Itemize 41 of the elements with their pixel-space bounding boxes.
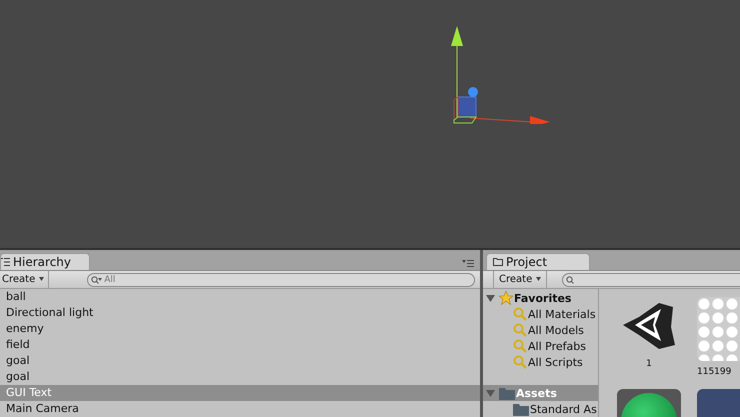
tree-item-label: Favorites [514, 292, 572, 304]
folder-icon [499, 386, 515, 400]
tree-item-label: All Materials [528, 308, 596, 320]
search-field[interactable]: All [87, 272, 475, 286]
sphere-thumbnail[interactable] [617, 389, 681, 417]
tree-item-label: All Prefabs [528, 340, 586, 352]
create-dropdown[interactable]: Create [0, 271, 50, 288]
asset-label: 1 [646, 359, 652, 369]
tree-item-label: All Models [528, 324, 584, 336]
tree-item[interactable]: All Prefabs [483, 338, 598, 354]
star-icon [499, 291, 513, 305]
search-icon [513, 339, 527, 353]
hierarchy-item[interactable]: enemy [0, 321, 480, 337]
search-icon [513, 355, 527, 369]
tree-item[interactable]: All Materials [483, 306, 598, 322]
search-field[interactable] [562, 272, 740, 286]
tree-item[interactable]: All Scripts [483, 354, 598, 370]
project-tab[interactable]: Project [486, 253, 590, 270]
hierarchy-item[interactable]: Main Camera [0, 401, 480, 417]
panel-menu-icon[interactable] [462, 259, 474, 267]
tree-item[interactable]: Standard As [483, 401, 598, 417]
hierarchy-item[interactable]: goal [0, 369, 480, 385]
tree-item-label: Assets [516, 386, 557, 400]
tree-item-label: All Scripts [528, 356, 583, 368]
expand-arrow-icon[interactable] [486, 294, 495, 302]
list-icon [1, 258, 10, 266]
tree-item-label: Standard As [530, 402, 597, 416]
asset-label: 115199 [697, 367, 732, 377]
search-icon [513, 323, 527, 337]
tree-item[interactable]: Favorites [483, 290, 598, 306]
expand-arrow-icon[interactable] [486, 388, 495, 398]
tree-item[interactable]: All Models [483, 322, 598, 338]
caret-icon [536, 277, 542, 282]
hierarchy-item[interactable]: goal [0, 353, 480, 369]
hierarchy-item[interactable]: ball [0, 289, 480, 305]
caret-icon [39, 277, 44, 282]
hierarchy-tab[interactable]: Hierarchy [0, 253, 90, 270]
search-icon [513, 307, 527, 321]
folder-icon [493, 258, 503, 266]
hierarchy-item[interactable]: Directional light [0, 305, 480, 321]
hierarchy-item[interactable]: field [0, 337, 480, 353]
